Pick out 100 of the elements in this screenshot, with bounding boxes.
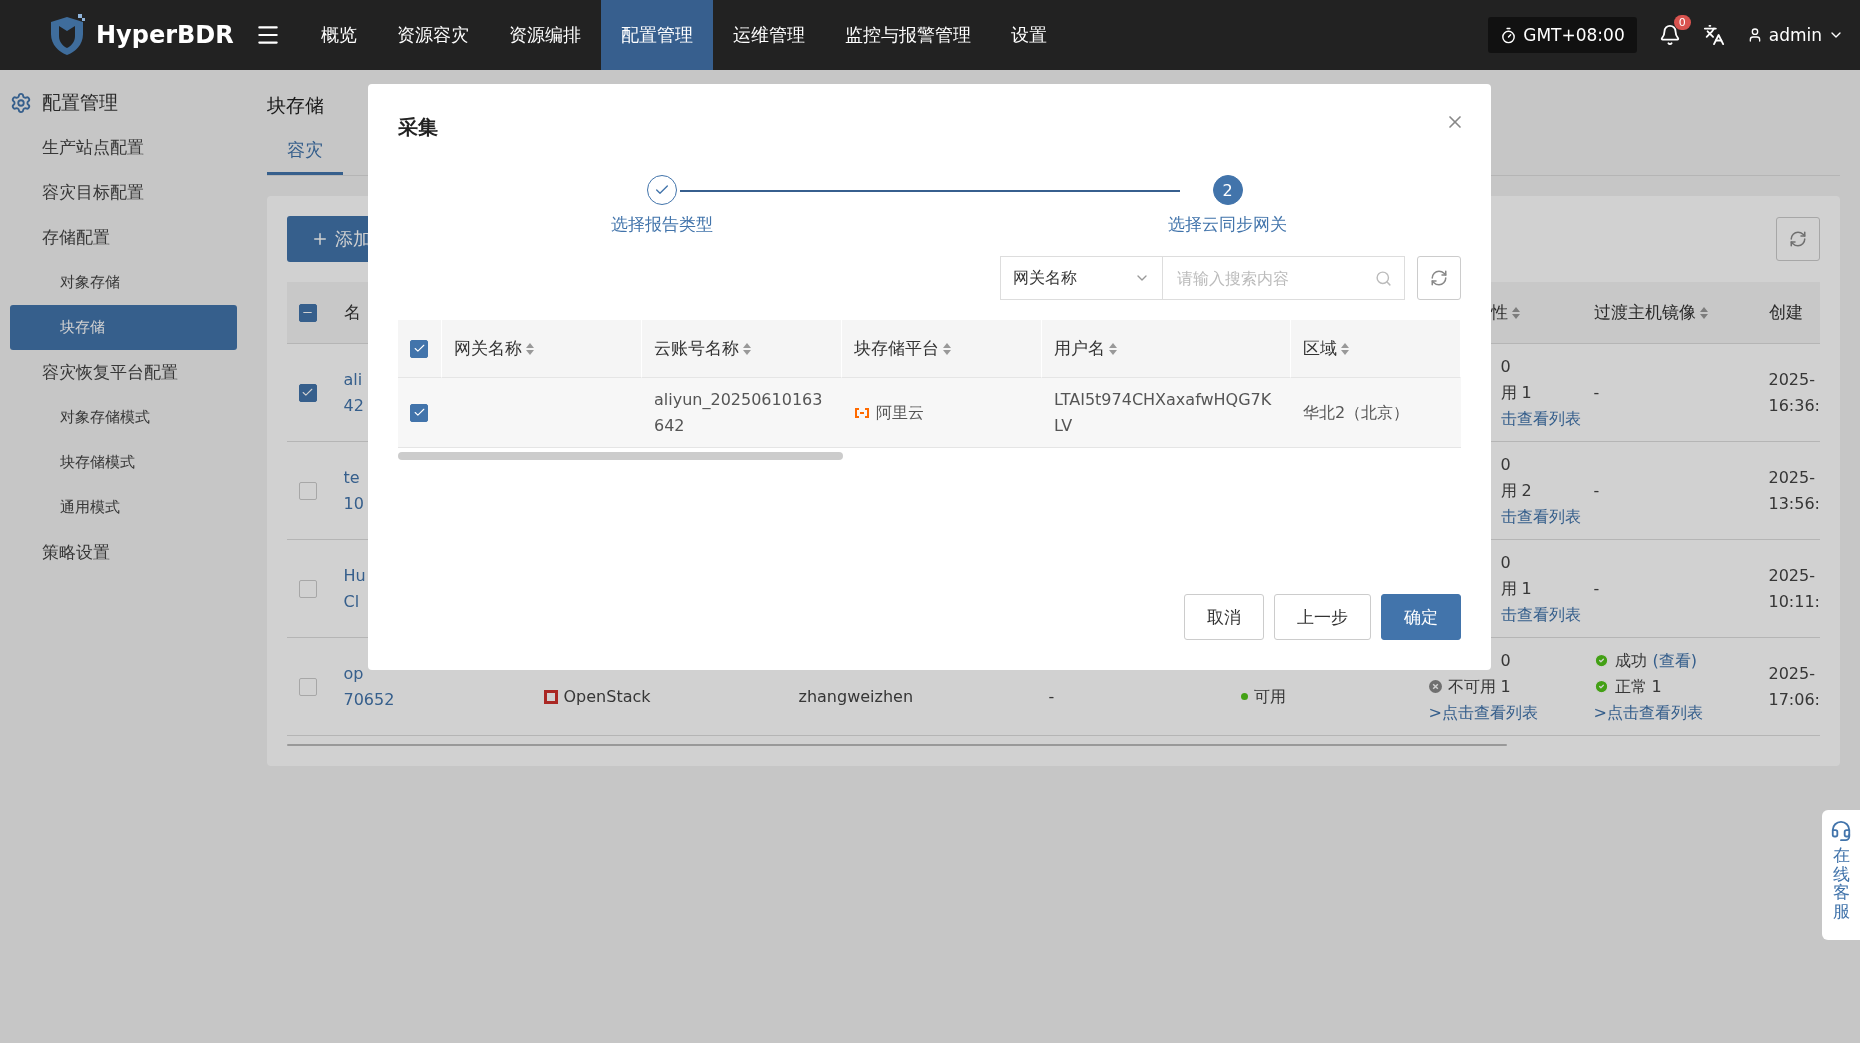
view-list-link[interactable]: >点击查看列表 [1593, 699, 1757, 726]
view-link[interactable]: (查看) [1652, 647, 1697, 674]
cell-text: 2025- [1768, 466, 1816, 489]
refresh-button[interactable] [1776, 217, 1820, 261]
cell-text: 用 1 [1499, 577, 1533, 600]
cell-text: 10:11: [1768, 590, 1820, 613]
cell-text: 阿里云 [876, 401, 924, 424]
column-header: 性 [1489, 301, 1508, 324]
refresh-icon [1789, 230, 1807, 248]
translate-icon[interactable] [1702, 24, 1725, 46]
notification-badge: 0 [1673, 15, 1691, 30]
search-box[interactable]: 请输入搜索内容 [1163, 256, 1405, 300]
cell-text: 0 [1499, 551, 1512, 574]
cell-text: 0 [1499, 355, 1512, 378]
sort-icon[interactable] [1699, 306, 1708, 319]
sidebar-title: 配置管理 [42, 89, 118, 115]
scrollbar[interactable] [286, 744, 1507, 746]
user-menu[interactable]: admin [1746, 25, 1844, 45]
online-service-button[interactable]: 在线客服 [1822, 810, 1860, 940]
cell-text: 华北2（北京） [1303, 401, 1410, 424]
nav-item[interactable]: 资源容灾 [377, 0, 489, 70]
shield-logo-icon [48, 14, 86, 56]
sidebar-item[interactable]: 存储配置 [10, 215, 237, 260]
x-circle-icon [1428, 680, 1442, 693]
square-logo-icon [543, 689, 558, 704]
tab[interactable]: 容灾 [266, 128, 343, 175]
check-icon [412, 342, 426, 355]
sidebar-item[interactable]: 策略设置 [10, 530, 237, 575]
nav-item[interactable]: 设置 [991, 0, 1067, 70]
nav-item[interactable]: 概览 [301, 0, 377, 70]
column-header: 名 [343, 301, 361, 324]
cell-text: 0 [1499, 453, 1512, 476]
cell-text: 2025- [1768, 368, 1816, 391]
gear-icon [10, 91, 32, 114]
name-link[interactable]: 70652 [343, 686, 532, 713]
cell-text: 0 [1499, 649, 1512, 672]
cell-text: LTAI5t974CHXaxafwHQG7KLV [1054, 388, 1273, 437]
column-header: 网关名称 [454, 337, 522, 360]
column-header: 块存储平台 [854, 337, 939, 360]
scrollbar[interactable] [398, 452, 843, 460]
cell-text: aliyun_20250610163642 [654, 388, 824, 437]
sidebar-item[interactable]: 生产站点配置 [10, 125, 237, 170]
headset-icon [1830, 820, 1852, 842]
brand-name: HyperBDR [96, 21, 234, 49]
nav-item[interactable]: 运维管理 [713, 0, 825, 70]
cloud-logo-icon [854, 407, 870, 418]
cell-text: 17:06: [1768, 688, 1820, 711]
cell-text: - [1593, 381, 1601, 404]
field-select[interactable]: 网关名称 [1000, 256, 1163, 300]
cell-text: 成功 [1614, 649, 1647, 672]
sidebar-item[interactable]: 对象存储 [10, 260, 237, 305]
sidebar-item[interactable]: 块存储 [10, 305, 237, 350]
bell-icon[interactable] [1658, 24, 1681, 46]
checkbox[interactable] [410, 339, 428, 358]
cell-text: 13:56: [1768, 492, 1820, 515]
cell-text: - [1048, 685, 1056, 708]
column-header: 创建 [1768, 301, 1803, 324]
dialog-button[interactable]: 上一步 [1274, 594, 1371, 640]
cell-text: 用 1 [1499, 381, 1533, 404]
cell-text: - [1593, 577, 1601, 600]
checkbox[interactable] [298, 303, 317, 322]
sort-icon[interactable] [526, 342, 534, 355]
search-icon [1375, 269, 1392, 287]
timer-icon [1500, 26, 1518, 44]
cell-text: 用 2 [1499, 479, 1533, 502]
check-circle-icon [1593, 653, 1609, 668]
timezone-button[interactable]: GMT+08:00 [1488, 17, 1637, 53]
column-header: 区域 [1303, 337, 1337, 360]
check-circle-icon [1593, 679, 1609, 694]
dialog-button[interactable]: 取消 [1184, 594, 1264, 640]
cell-text: 正常 1 [1614, 675, 1662, 698]
cell-text: 2025- [1768, 564, 1816, 587]
cell-text: 不可用 1 [1447, 675, 1511, 698]
page-title: 块存储 [266, 93, 324, 118]
dialog-title: 采集 [398, 114, 438, 141]
sidebar-item[interactable]: 容灾恢复平台配置 [10, 350, 237, 395]
sort-icon[interactable] [743, 342, 751, 355]
checkbox[interactable] [410, 403, 428, 422]
sort-icon[interactable] [1511, 306, 1520, 319]
step-label: 选择报告类型 [611, 213, 713, 236]
column-header: 云账号名称 [654, 337, 739, 360]
nav-item[interactable]: 资源编排 [489, 0, 601, 70]
view-list-link[interactable]: >点击查看列表 [1428, 699, 1582, 726]
step-label: 选择云同步网关 [1168, 213, 1287, 236]
sidebar-item[interactable]: 块存储模式 [10, 440, 237, 485]
cell-text: OpenStack [563, 685, 651, 708]
refresh-button[interactable] [1417, 256, 1461, 300]
check-icon [301, 386, 314, 399]
sidebar-item[interactable]: 容灾目标配置 [10, 170, 237, 215]
nav-item[interactable]: 配置管理 [601, 0, 713, 70]
sidebar-item[interactable]: 通用模式 [10, 485, 237, 530]
sidebar-item[interactable]: 对象存储模式 [10, 395, 237, 440]
dialog-button[interactable]: 确定 [1381, 594, 1461, 640]
check-icon [412, 406, 426, 419]
sort-icon[interactable] [1109, 342, 1117, 355]
sort-icon[interactable] [1341, 342, 1349, 355]
checkbox[interactable] [298, 383, 317, 402]
cell-text: 2025- [1768, 662, 1816, 685]
nav-item[interactable]: 监控与报警管理 [825, 0, 991, 70]
sort-icon[interactable] [943, 342, 951, 355]
